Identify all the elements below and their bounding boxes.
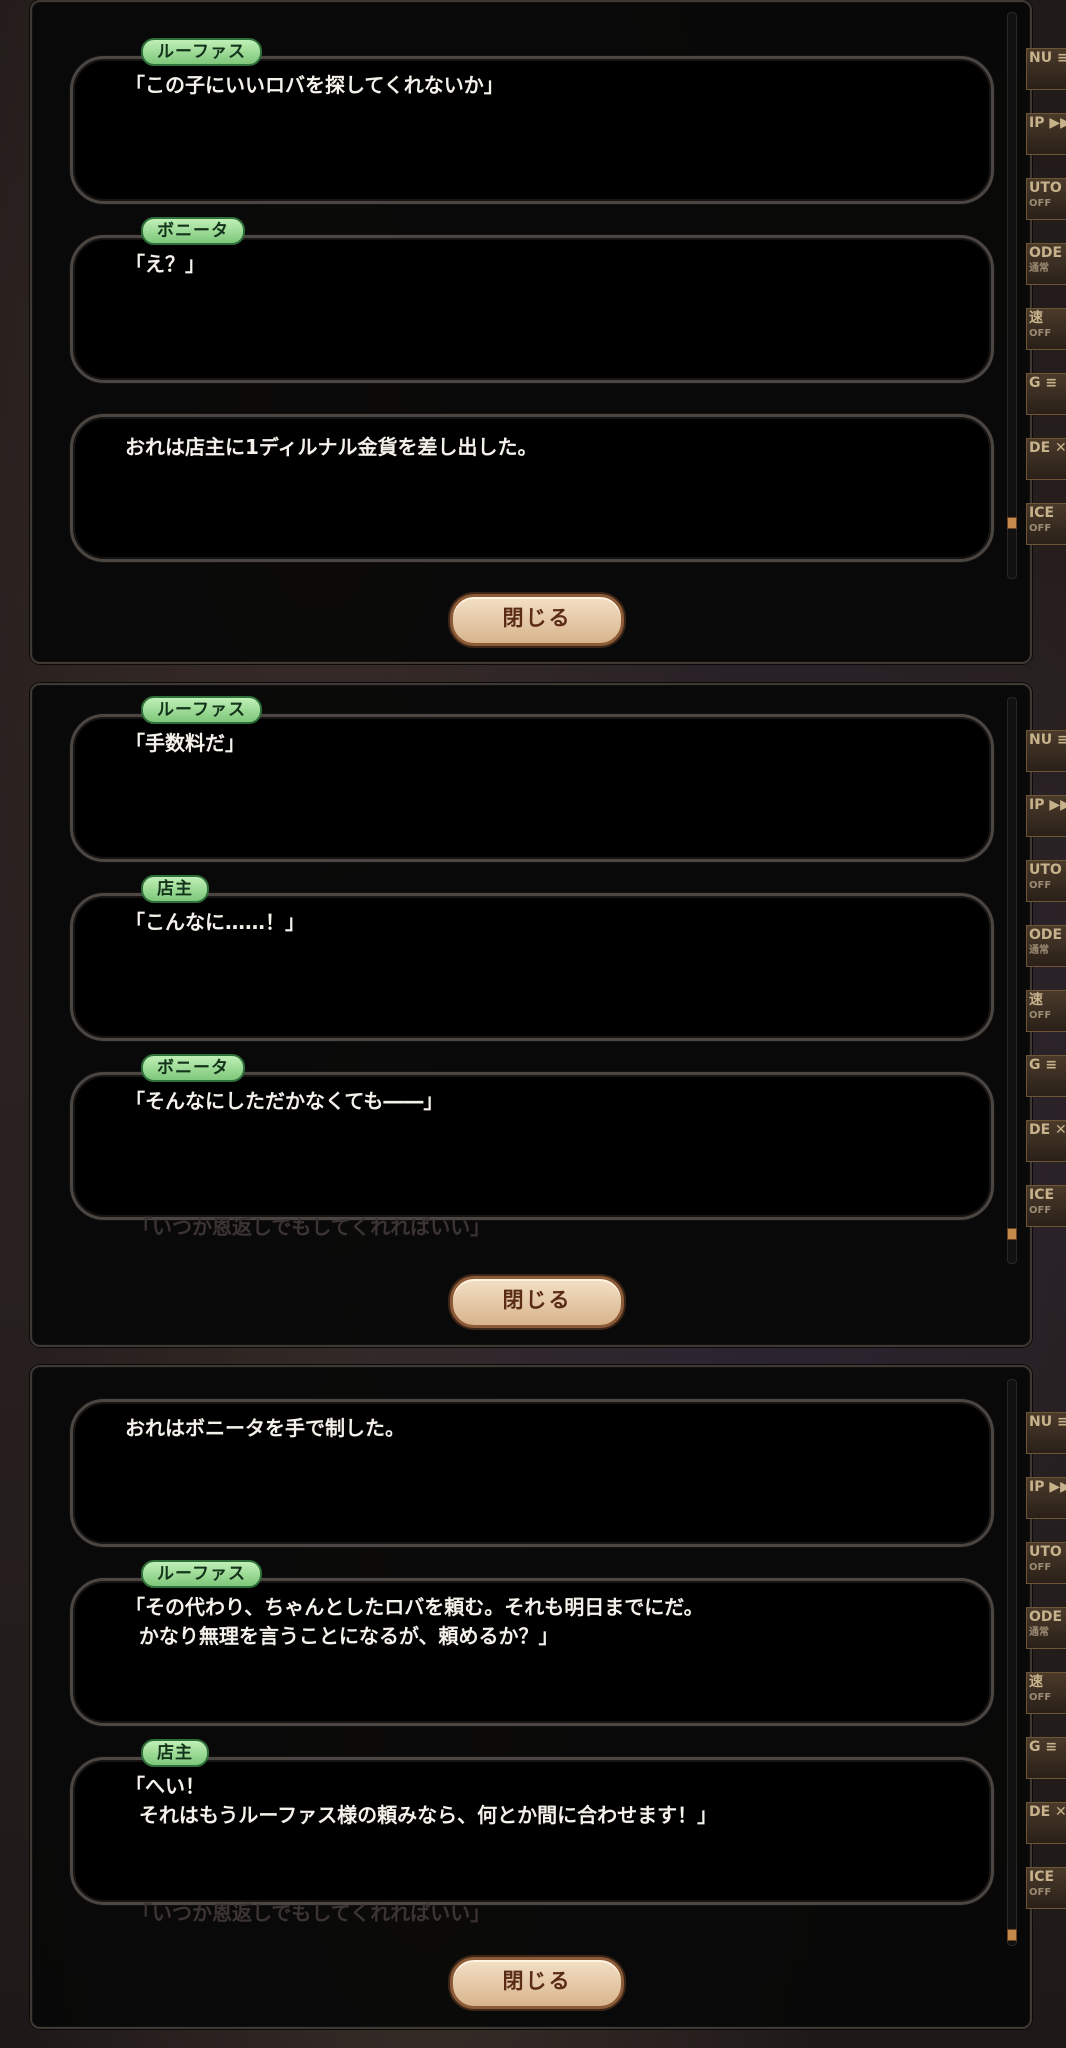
voice-button[interactable]: ICE OFF — [1026, 1185, 1066, 1227]
faded-next-line: 「いつか恩返しでもしてくれればいい」 — [132, 1901, 491, 1925]
close-button[interactable]: 閉じる — [450, 594, 624, 646]
dialog-box: おれは店主に1ディルナル金貨を差し出した。 — [70, 414, 994, 562]
speaker-name-tag: ルーファス — [141, 696, 262, 724]
speaker-name-tag: ルーファス — [141, 38, 262, 66]
hide-button[interactable]: DE ✕ — [1026, 1120, 1066, 1162]
speed-button[interactable]: 速 OFF — [1026, 990, 1066, 1032]
scrollbar[interactable] — [1007, 1379, 1017, 1946]
dialog-box: ルーファス 「手数料だ」 — [70, 696, 994, 862]
speaker-name-tag: 店主 — [141, 875, 209, 903]
side-menu-3: NU ≡ IP ▶▶ UTOOFF ODE通常 速OFF G ≡ DE ✕ IC… — [1026, 1412, 1066, 1932]
dialog-text: 「そんなにしただかなくても――」 — [125, 1089, 444, 1113]
close-button[interactable]: 閉じる — [450, 1276, 624, 1328]
dialog-box: 店主 「へい！ それはもうルーファス様の頼みなら、何とか間に合わせます！」 — [70, 1739, 994, 1905]
speed-button[interactable]: 速 OFF — [1026, 1672, 1066, 1714]
close-button[interactable]: 閉じる — [450, 1957, 624, 2009]
dialog-text: 「手数料だ」 — [125, 731, 245, 755]
voice-button[interactable]: ICE OFF — [1026, 503, 1066, 545]
scrollbar-thumb[interactable] — [1007, 1228, 1017, 1240]
backlog-panel-3: おれはボニータを手で制した。 ルーファス 「その代わり、ちゃんとしたロバを頼む。… — [30, 1365, 1032, 2029]
side-menu-1: NU ≡ IP ▶▶ UTOOFF ODE通常 速OFF G ≡ DE ✕ IC… — [1026, 48, 1066, 568]
speaker-name-tag: ボニータ — [141, 217, 245, 245]
auto-button[interactable]: UTO OFF — [1026, 860, 1066, 902]
skip-button[interactable]: IP ▶▶ — [1026, 795, 1066, 837]
dialog-box: 店主 「こんなに……！」 — [70, 875, 994, 1041]
dialog-box: ルーファス 「この子にいいロバを探してくれないか」 — [70, 38, 994, 204]
speed-button[interactable]: 速 OFF — [1026, 308, 1066, 350]
dialog-text: 「こんなに……！」 — [125, 910, 305, 934]
speaker-name-tag: 店主 — [141, 1739, 209, 1767]
speaker-name-tag: ボニータ — [141, 1054, 245, 1082]
scrollbar[interactable] — [1007, 697, 1017, 1264]
log-button[interactable]: G ≡ — [1026, 1737, 1066, 1779]
skip-button[interactable]: IP ▶▶ — [1026, 1477, 1066, 1519]
faded-next-line: 「いつか恩返しでもしてくれればいい」 — [132, 1215, 491, 1239]
menu-button[interactable]: NU ≡ — [1026, 730, 1066, 772]
scrollbar[interactable] — [1007, 12, 1017, 579]
voice-button[interactable]: ICE OFF — [1026, 1867, 1066, 1909]
scrollbar-thumb[interactable] — [1007, 1929, 1017, 1941]
dialog-text: おれは店主に1ディルナル金貨を差し出した。 — [125, 435, 538, 459]
mode-button[interactable]: ODE 通常 — [1026, 925, 1066, 967]
backlog-panel-2: ルーファス 「手数料だ」 店主 「こんなに……！」 ボニータ 「そんなにしただか… — [30, 683, 1032, 1347]
dialog-box: ルーファス 「その代わり、ちゃんとしたロバを頼む。それも明日までにだ。 かなり無… — [70, 1560, 994, 1726]
dialog-text: おれはボニータを手で制した。 — [125, 1416, 405, 1440]
log-button[interactable]: G ≡ — [1026, 1055, 1066, 1097]
scrollbar-thumb[interactable] — [1007, 517, 1017, 529]
skip-button[interactable]: IP ▶▶ — [1026, 113, 1066, 155]
backlog-panel-1: ルーファス 「この子にいいロバを探してくれないか」 ボニータ 「え？」 おれは店… — [30, 0, 1032, 664]
auto-button[interactable]: UTO OFF — [1026, 178, 1066, 220]
speaker-name-tag: ルーファス — [141, 1560, 262, 1588]
dialog-text: 「へい！ それはもうルーファス様の頼みなら、何とか間に合わせます！」 — [125, 1774, 718, 1827]
dialog-box: ボニータ 「そんなにしただかなくても――」 — [70, 1054, 994, 1220]
hide-button[interactable]: DE ✕ — [1026, 438, 1066, 480]
log-button[interactable]: G ≡ — [1026, 373, 1066, 415]
menu-button[interactable]: NU ≡ — [1026, 1412, 1066, 1454]
auto-button[interactable]: UTO OFF — [1026, 1542, 1066, 1584]
hide-button[interactable]: DE ✕ — [1026, 1802, 1066, 1844]
side-menu-2: NU ≡ IP ▶▶ UTOOFF ODE通常 速OFF G ≡ DE ✕ IC… — [1026, 730, 1066, 1250]
dialog-box: ボニータ 「え？」 — [70, 217, 994, 383]
dialog-text: 「この子にいいロバを探してくれないか」 — [125, 73, 504, 97]
mode-button[interactable]: ODE 通常 — [1026, 1607, 1066, 1649]
mode-button[interactable]: ODE 通常 — [1026, 243, 1066, 285]
dialog-text: 「え？」 — [125, 252, 205, 276]
menu-button[interactable]: NU ≡ — [1026, 48, 1066, 90]
dialog-text: 「その代わり、ちゃんとしたロバを頼む。それも明日までにだ。 かなり無理を言うこと… — [125, 1595, 704, 1648]
dialog-box: おれはボニータを手で制した。 — [70, 1399, 994, 1547]
